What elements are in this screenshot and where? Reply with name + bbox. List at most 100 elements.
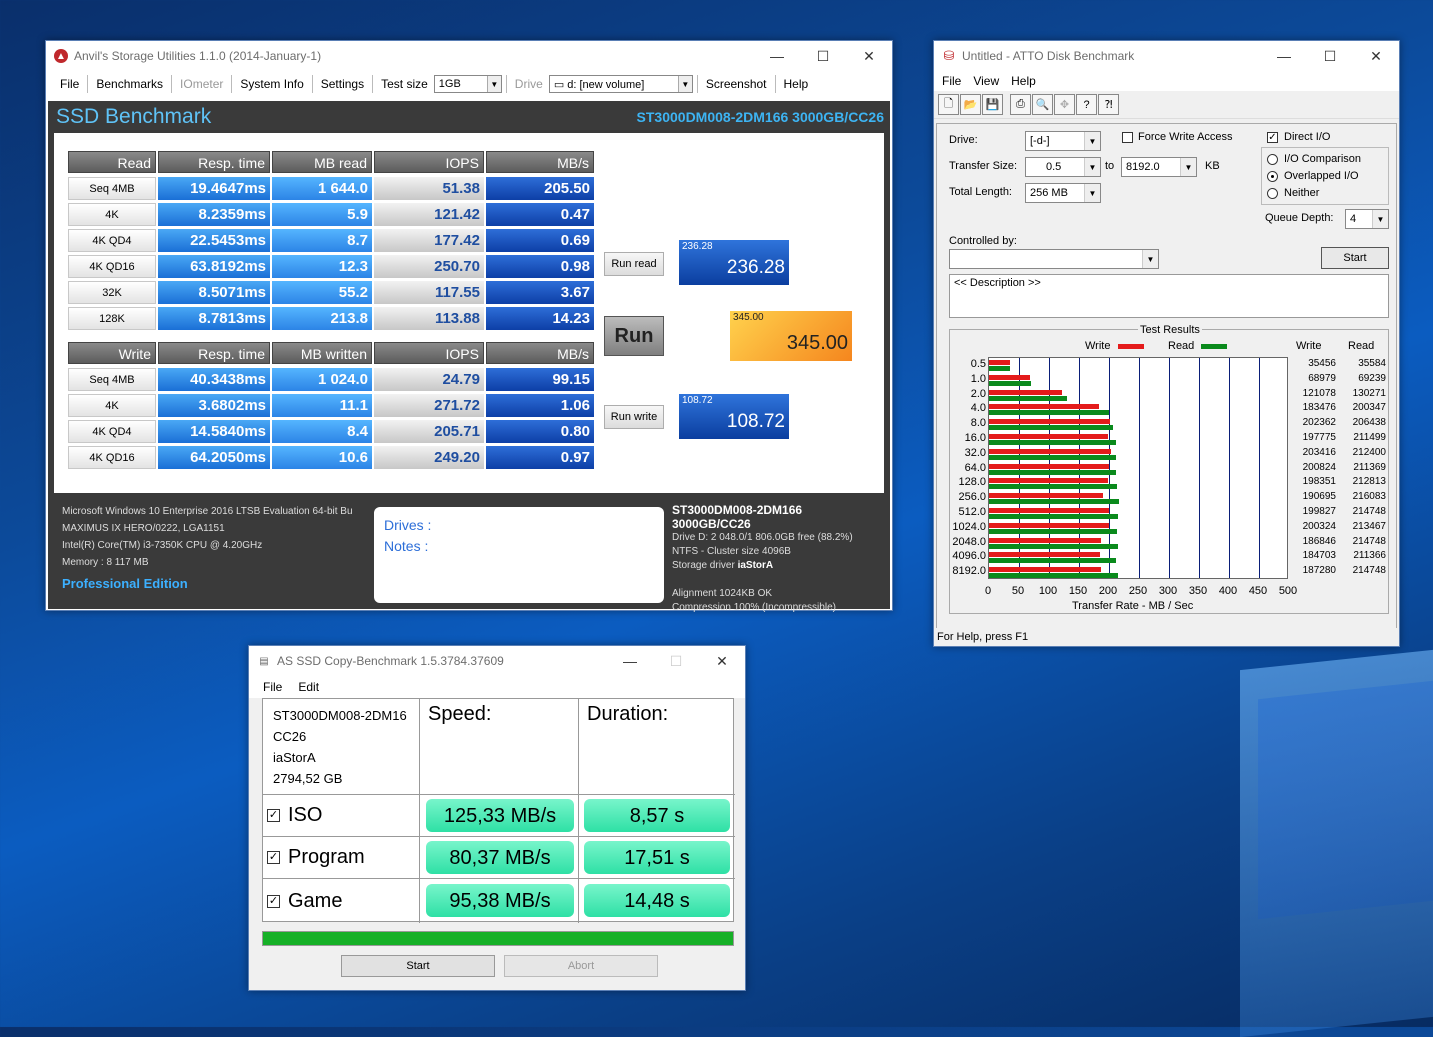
asssd-menu-edit[interactable]: Edit [290, 680, 327, 694]
disk-icon: ▭ [553, 78, 568, 91]
menu-settings[interactable]: Settings [313, 77, 372, 91]
read-row-5-label[interactable]: 128K [68, 307, 156, 330]
read-row-4-label[interactable]: 32K [68, 281, 156, 304]
write-row-2-label[interactable]: 4K QD4 [68, 420, 156, 443]
read-value: 200347 [1352, 402, 1386, 414]
size-label: 1.0 [970, 372, 986, 385]
program-checkbox[interactable]: ✓ [267, 851, 280, 864]
drive-value-text: d: [new volume] [567, 78, 645, 91]
atto-menu-view[interactable]: View [967, 74, 1005, 88]
iso-checkbox[interactable]: ✓ [267, 809, 280, 822]
write-row-0-mb: 1 024.0 [272, 368, 372, 391]
menu-screenshot[interactable]: Screenshot [698, 77, 775, 91]
minimize-icon[interactable]: — [754, 41, 800, 71]
drive-firmware-line: CC26 [273, 729, 307, 744]
io-comparison-radio[interactable] [1267, 154, 1278, 165]
total-length-select[interactable]: 256 MB ▼ [1025, 183, 1101, 203]
close-icon[interactable]: ✕ [846, 41, 892, 71]
close-icon[interactable]: ✕ [699, 646, 745, 676]
chevron-down-icon: ▼ [1084, 184, 1100, 202]
asssd-titlebar[interactable]: ▤ AS SSD Copy-Benchmark 1.5.3784.37609 —… [249, 646, 745, 676]
read-row-4-resp: 8.5071ms [158, 281, 270, 304]
run-button[interactable]: Run [604, 316, 664, 356]
read-value: 211369 [1353, 461, 1386, 473]
test-size-select[interactable]: 1GB ▼ [433, 75, 502, 93]
write-row-0-label[interactable]: Seq 4MB [68, 368, 156, 391]
atto-drive-label: Drive: [949, 134, 978, 146]
queue-depth-select[interactable]: 4 ▼ [1345, 209, 1389, 229]
menu-help[interactable]: Help [776, 77, 817, 91]
description-field[interactable]: << Description >> [949, 274, 1389, 318]
maximize-icon[interactable]: ☐ [800, 41, 846, 71]
overlapped-io-radio[interactable] [1267, 171, 1278, 182]
atto-start-button[interactable]: Start [1321, 247, 1389, 269]
queue-depth-value: 4 [1350, 213, 1357, 225]
read-value: 206438 [1352, 417, 1386, 429]
asssd-title: AS SSD Copy-Benchmark 1.5.3784.37609 [277, 654, 504, 668]
menu-file[interactable]: File [52, 77, 87, 91]
drive-select[interactable]: ▭ d: [new volume] ▼ [548, 75, 693, 93]
new-file-icon[interactable]: 🗋 [938, 94, 959, 115]
atto-menu-help[interactable]: Help [1005, 74, 1042, 88]
help-icon[interactable]: ? [1076, 94, 1097, 115]
write-row-1-label[interactable]: 4K [68, 394, 156, 417]
menu-system-info[interactable]: System Info [232, 77, 311, 91]
read-row-2-iops: 177.42 [374, 229, 484, 252]
atto-drive-select[interactable]: [-d-] ▼ [1025, 131, 1101, 151]
read-bar [989, 440, 1116, 445]
menu-benchmarks[interactable]: Benchmarks [88, 77, 171, 91]
queue-depth-label: Queue Depth: [1265, 212, 1334, 224]
atto-statusbar: For Help, press F1 [934, 628, 1399, 646]
game-checkbox[interactable]: ✓ [267, 894, 280, 908]
drive-capacity-line: 2794,52 GB [273, 771, 343, 786]
minimize-icon[interactable]: — [607, 646, 653, 676]
context-help-icon[interactable]: ⁈ [1098, 94, 1119, 115]
read-score-small: 236.28 [682, 241, 713, 252]
direct-io-checkbox[interactable]: ✓ [1267, 132, 1278, 143]
transfer-from-select[interactable]: 0.5 ▼ [1025, 157, 1101, 177]
menu-iometer[interactable]: IOmeter [172, 77, 231, 91]
asssd-start-button[interactable]: Start [341, 955, 495, 977]
read-row-1-label[interactable]: 4K [68, 203, 156, 226]
neither-radio[interactable] [1267, 188, 1278, 199]
force-write-checkbox[interactable] [1122, 132, 1133, 143]
asssd-menu-file[interactable]: File [255, 680, 290, 694]
size-label: 8192.0 [952, 565, 986, 578]
run-read-button[interactable]: Run read [604, 252, 664, 276]
move-icon[interactable]: ✥ [1054, 94, 1075, 115]
notes-box[interactable]: Drives : Notes : [374, 507, 664, 603]
transfer-to-select[interactable]: 8192.0 ▼ [1121, 157, 1197, 177]
chevron-down-icon: ▼ [1180, 158, 1196, 176]
read-row-5-mb: 213.8 [272, 307, 372, 330]
iso-speed: 125,33 MB/s [426, 799, 574, 832]
atto-titlebar[interactable]: ⛁ Untitled - ATTO Disk Benchmark — ☐ ✕ [934, 41, 1399, 71]
maximize-icon[interactable]: ☐ [1307, 41, 1353, 71]
controlled-by-select[interactable]: ▼ [949, 249, 1159, 269]
drive-info: ST3000DM008-2DM166 3000GB/CC26 Drive D: … [672, 503, 882, 615]
maximize-icon[interactable]: ☐ [653, 646, 699, 676]
close-icon[interactable]: ✕ [1353, 41, 1399, 71]
open-folder-icon[interactable]: 📂 [960, 94, 981, 115]
read-row-2-label[interactable]: 4K QD4 [68, 229, 156, 252]
asssd-menubar: File Edit [249, 676, 745, 698]
size-label: 64.0 [964, 461, 986, 474]
neither-label: Neither [1284, 187, 1320, 199]
write-row-3-mb: 10.6 [272, 446, 372, 469]
print-preview-icon[interactable]: 🔍 [1032, 94, 1053, 115]
read-row-3-label[interactable]: 4K QD16 [68, 255, 156, 278]
sys-info-memory: Memory : 8 117 MB [62, 557, 149, 568]
anvil-titlebar[interactable]: ▲ Anvil's Storage Utilities 1.1.0 (2014-… [46, 41, 892, 71]
read-row-2-resp: 22.5453ms [158, 229, 270, 252]
run-write-button[interactable]: Run write [604, 405, 664, 429]
read-bar [989, 573, 1118, 579]
asssd-abort-button[interactable]: Abort [504, 955, 658, 977]
minimize-icon[interactable]: — [1261, 41, 1307, 71]
program-label: Program [288, 846, 365, 868]
read-row-0-label[interactable]: Seq 4MB [68, 177, 156, 200]
write-row-3-label[interactable]: 4K QD16 [68, 446, 156, 469]
size-label: 32.0 [964, 446, 986, 459]
atto-menu-file[interactable]: File [936, 74, 967, 88]
print-icon[interactable]: ⎙ [1010, 94, 1031, 115]
save-icon[interactable]: 💾 [982, 94, 1003, 115]
anvil-menubar: File Benchmarks IOmeter System Info Sett… [46, 71, 892, 97]
